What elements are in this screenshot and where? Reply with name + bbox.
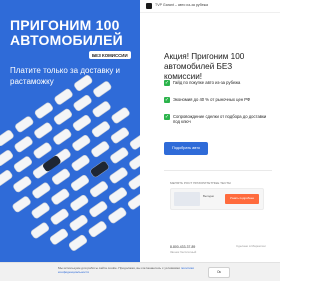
checkmark-icon: ✓ [164, 97, 170, 103]
no-commission-badge: БЕЗ КОМИССИИ [89, 51, 131, 59]
ad-text: Выгодно [203, 194, 215, 198]
ad-learn-more-button[interactable]: Узнать подробнее [225, 194, 259, 204]
site-name[interactable]: TVP Garant – авто из-за рубежа [155, 3, 275, 7]
cookie-bar: Мы используем для работы сайта cookie. П… [0, 262, 280, 281]
feature-item: ✓ Гайд по покупке авто из-за рубежа [164, 80, 274, 91]
phone-note: Звонок бесплатный [170, 250, 197, 254]
feature-item: ✓ Экономия до 40 % от рыночных цен РФ [164, 97, 274, 108]
cookie-accept-button[interactable]: Ок [208, 267, 230, 278]
site-logo-icon[interactable] [146, 3, 152, 9]
feature-text: Гайд по покупке авто из-за рубежа [173, 80, 241, 85]
feature-text: Экономия до 40 % от рыночных цен РФ [173, 97, 251, 102]
ad-card[interactable]: Выгодно Узнать подробнее [170, 188, 264, 210]
feature-text: Сопровождение сделки от подбора до доста… [173, 114, 267, 124]
ad-image [174, 192, 200, 206]
promo-title: ПРИГОНИМ 100 АВТОМОБИЛЕЙ [10, 17, 123, 48]
checkmark-icon: ✓ [164, 114, 170, 120]
offer-title: Акция! Пригоним 100 автомобилей БЕЗ коми… [164, 52, 245, 81]
divider [164, 170, 272, 171]
select-car-button[interactable]: Подобрать авто [164, 142, 208, 155]
feature-list: ✓ Гайд по покупке авто из-за рубежа ✓ Эк… [164, 80, 274, 131]
cookie-text: Мы используем для работы сайта cookie. П… [58, 266, 208, 274]
ad-label: МЕНЯТЬ РОСТ ПРИОРИТЕТНЫЕ ТЕСТЫ [170, 181, 231, 185]
checkmark-icon: ✓ [164, 80, 170, 86]
promo-subtitle: Платите только за доставку и растаможку [10, 66, 121, 86]
phone-number[interactable]: 8-800-433-37-89 [170, 245, 195, 249]
promo-banner: ПРИГОНИМ 100 АВТОМОБИЛЕЙ БЕЗ КОМИССИИ Пл… [0, 0, 140, 268]
feature-item: ✓ Сопровождение сделки от подбора до дос… [164, 114, 274, 125]
brand-credit[interactable]: Сделано в Маркетинг [236, 244, 266, 248]
